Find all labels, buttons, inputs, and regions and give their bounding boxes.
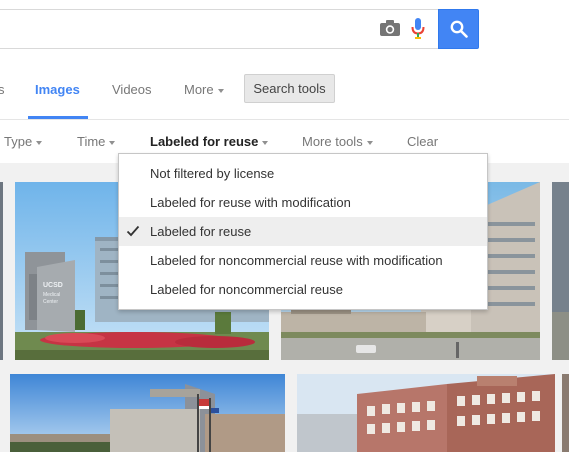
chevron-down-icon: [262, 140, 269, 145]
menu-item-noncommercial-reuse[interactable]: Labeled for noncommercial reuse: [119, 275, 487, 304]
svg-text:Medical: Medical: [43, 292, 60, 298]
usage-rights-label: Labeled for reuse: [150, 134, 259, 149]
tab-images[interactable]: Images: [35, 82, 80, 97]
menu-item-reuse[interactable]: Labeled for reuse: [119, 217, 487, 246]
image-result-partial-left[interactable]: [0, 182, 3, 360]
menu-item-reuse-label: Labeled for reuse: [150, 224, 252, 239]
svg-text:UCSD: UCSD: [43, 282, 63, 289]
svg-text:Center: Center: [43, 299, 58, 305]
image-result-partial-right-2[interactable]: [562, 374, 569, 452]
search-tools-button[interactable]: Search tools: [244, 74, 335, 103]
time-filter-label: Time: [77, 134, 106, 149]
camera-icon[interactable]: [379, 19, 401, 37]
tab-more-label: More: [184, 82, 214, 97]
checkmark-icon: [126, 225, 140, 237]
clear-filters-link[interactable]: Clear: [407, 134, 438, 149]
active-tab-indicator: [28, 116, 88, 119]
tab-videos[interactable]: Videos: [112, 82, 152, 97]
more-tools-label: More tools: [302, 134, 363, 149]
chevron-down-icon: [366, 140, 373, 145]
menu-item-reuse-with-modification[interactable]: Labeled for reuse with modification: [119, 188, 487, 217]
google-images-page: s Images Videos More Search tools Type T…: [0, 0, 569, 452]
image-result-partial-right[interactable]: [552, 182, 569, 360]
menu-item-not-filtered[interactable]: Not filtered by license: [119, 159, 487, 188]
chevron-down-icon: [109, 140, 116, 145]
time-filter[interactable]: Time: [77, 134, 116, 149]
menu-item-noncommercial-reuse-with-modification[interactable]: Labeled for noncommercial reuse with mod…: [119, 246, 487, 275]
search-button[interactable]: [438, 9, 479, 49]
tab-more[interactable]: More: [184, 82, 224, 97]
image-result-hospital-flags[interactable]: [10, 374, 285, 452]
type-filter-label: Type: [4, 134, 33, 149]
type-filter[interactable]: Type: [4, 134, 43, 149]
usage-rights-filter[interactable]: Labeled for reuse: [150, 134, 269, 149]
chevron-down-icon: [36, 140, 43, 145]
tab-partial[interactable]: s: [0, 82, 5, 97]
search-icon: [450, 20, 468, 38]
search-input[interactable]: [0, 9, 438, 49]
chevron-down-icon: [217, 88, 224, 93]
more-tools-filter[interactable]: More tools: [302, 134, 373, 149]
search-header: [0, 0, 569, 60]
microphone-icon[interactable]: [410, 17, 426, 41]
image-result-brick-building[interactable]: [297, 374, 555, 452]
usage-rights-menu: Not filtered by license Labeled for reus…: [118, 153, 488, 310]
